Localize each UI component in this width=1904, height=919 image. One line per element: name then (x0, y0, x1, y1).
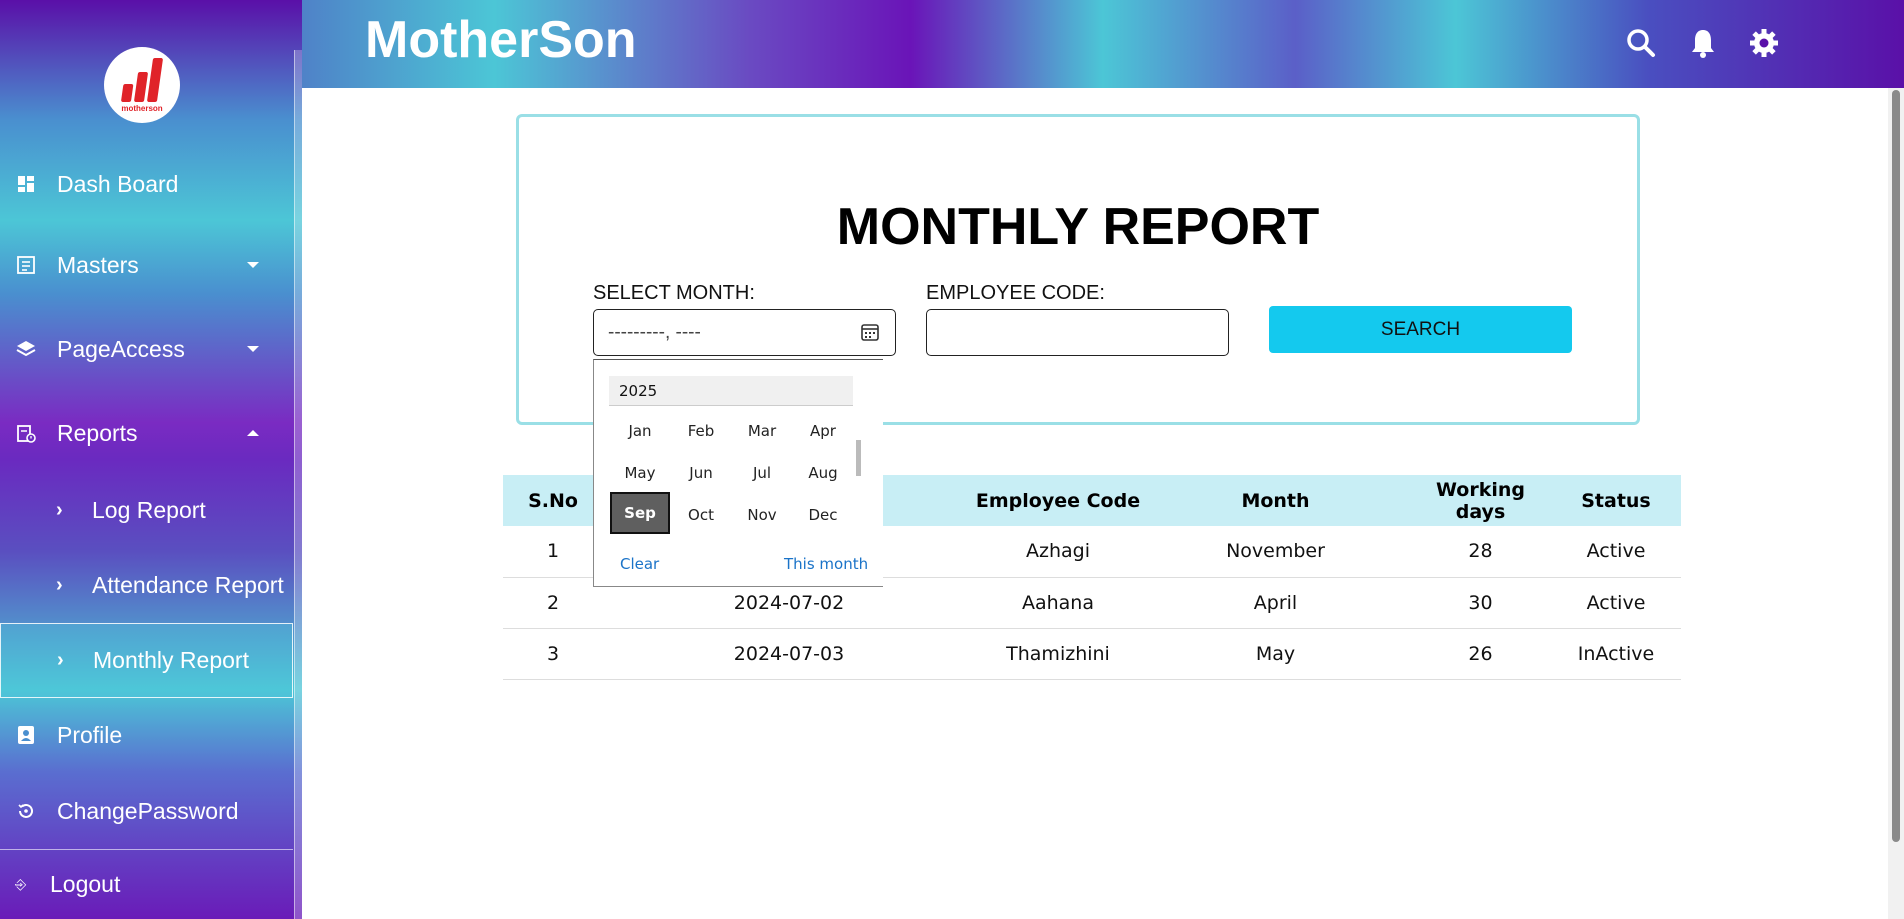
report-clock-icon (15, 422, 37, 444)
month-picker-popup: 2025 Jan Feb Mar Apr May Jun Jul Aug Sep… (593, 359, 883, 587)
col-header-month[interactable]: Month (1141, 475, 1410, 526)
logout-label: Logout (50, 871, 121, 897)
picker-clear-button[interactable]: Clear (620, 555, 659, 573)
sidebar-item-label: PageAccess (57, 335, 185, 362)
sidebar-item-label: Profile (57, 721, 123, 748)
sidebar: motherson Dash Board Masters PageAccess … (0, 0, 302, 919)
caret-up-icon (247, 430, 259, 436)
month-option-oct[interactable]: Oct (671, 494, 731, 536)
cell-date: 2024-07-03 (603, 628, 975, 680)
sidebar-subitem-label: Attendance Report (92, 571, 284, 598)
gear-icon[interactable] (1747, 26, 1781, 60)
caret-down-icon (247, 346, 259, 352)
month-option-jan[interactable]: Jan (610, 410, 670, 452)
picker-scrollbar[interactable] (856, 440, 861, 476)
col-header-sno[interactable]: S.No (503, 475, 603, 526)
profile-icon (15, 724, 37, 746)
sidebar-item-label: Reports (57, 419, 138, 446)
cell-status: InActive (1551, 628, 1681, 680)
page-title: MONTHLY REPORT (836, 198, 1320, 256)
month-option-dec[interactable]: Dec (793, 494, 853, 536)
caret-down-icon (247, 262, 259, 268)
month-option-nov[interactable]: Nov (732, 494, 792, 536)
cell-status: Active (1551, 577, 1681, 629)
month-option-sep[interactable]: Sep (610, 492, 670, 534)
sidebar-item-label: Masters (57, 251, 139, 278)
page-scrollbar[interactable] (1888, 88, 1904, 919)
sidebar-item-profile[interactable]: Profile (0, 707, 293, 763)
sidebar-item-change-password[interactable]: ChangePassword (0, 783, 293, 839)
calendar-icon[interactable] (861, 323, 879, 347)
select-month-label: SELECT MONTH: (593, 282, 755, 304)
month-option-jun[interactable]: Jun (671, 452, 731, 494)
sidebar-subitem-log-report[interactable]: › Log Report (0, 480, 293, 540)
chevron-right-icon: › (56, 498, 63, 521)
picker-this-month-button[interactable]: This month (784, 555, 868, 573)
sidebar-item-masters[interactable]: Masters (0, 237, 293, 293)
table-row[interactable]: 3 2024-07-03 Thamizhini May 26 InActive (503, 628, 1681, 680)
month-input[interactable]: ---------, ---- (593, 309, 896, 356)
layers-icon (15, 338, 37, 360)
chevron-right-icon: › (56, 573, 63, 596)
dashboard-icon (15, 173, 37, 195)
month-input-value: ---------, ---- (608, 321, 701, 343)
cell-employee-code: Azhagi (975, 526, 1141, 578)
sidebar-item-label: ChangePassword (57, 797, 239, 824)
cell-working-days: 26 (1410, 628, 1551, 680)
search-icon[interactable] (1624, 26, 1658, 60)
sidebar-item-label: Dash Board (57, 170, 179, 197)
cell-sno: 2 (503, 577, 603, 629)
search-button[interactable]: SEARCH (1269, 306, 1572, 353)
sidebar-item-pageaccess[interactable]: PageAccess (0, 321, 293, 377)
sidebar-scrollbar[interactable] (294, 50, 302, 919)
sidebar-subitem-attendance-report[interactable]: › Attendance Report (0, 555, 293, 615)
month-option-apr[interactable]: Apr (793, 410, 853, 452)
sidebar-item-dashboard[interactable]: Dash Board (0, 156, 293, 212)
logo-icon (120, 57, 164, 102)
top-header: MotherSon (302, 0, 1904, 88)
employee-code-label: EMPLOYEE CODE: (926, 282, 1105, 304)
logout-button[interactable]: ⎆ Logout (0, 849, 293, 919)
month-option-mar[interactable]: Mar (732, 410, 792, 452)
month-option-may[interactable]: May (610, 452, 670, 494)
cell-working-days: 30 (1410, 577, 1551, 629)
cell-sno: 1 (503, 526, 603, 578)
logout-icon: ⎆ (15, 876, 27, 892)
cell-working-days: 28 (1410, 526, 1551, 578)
logo-text: motherson (121, 103, 163, 113)
chevron-right-icon: › (57, 649, 64, 671)
cell-status: Active (1551, 526, 1681, 578)
cell-month: November (1141, 526, 1410, 578)
cell-month: April (1141, 577, 1410, 629)
sidebar-item-reports[interactable]: Reports (0, 405, 293, 461)
cell-month: May (1141, 628, 1410, 680)
scrollbar-thumb[interactable] (1892, 90, 1900, 842)
brand-title: MotherSon (365, 11, 637, 69)
month-option-feb[interactable]: Feb (671, 410, 731, 452)
history-icon (15, 800, 37, 822)
col-header-working-days[interactable]: Working days (1410, 475, 1551, 526)
col-header-status[interactable]: Status (1551, 475, 1681, 526)
cell-employee-code: Thamizhini (975, 628, 1141, 680)
bell-icon[interactable] (1686, 26, 1720, 60)
clipboard-list-icon (15, 254, 37, 276)
month-option-jul[interactable]: Jul (732, 452, 792, 494)
col-header-employee-code[interactable]: Employee Code (975, 475, 1141, 526)
employee-code-input[interactable] (926, 309, 1229, 356)
picker-year[interactable]: 2025 (609, 376, 853, 406)
sidebar-subitem-label: Monthly Report (93, 647, 249, 673)
cell-sno: 3 (503, 628, 603, 680)
sidebar-subitem-monthly-report[interactable]: › Monthly Report (0, 623, 293, 698)
cell-employee-code: Aahana (975, 577, 1141, 629)
month-option-aug[interactable]: Aug (793, 452, 853, 494)
company-logo: motherson (104, 47, 180, 123)
sidebar-subitem-label: Log Report (92, 496, 206, 523)
